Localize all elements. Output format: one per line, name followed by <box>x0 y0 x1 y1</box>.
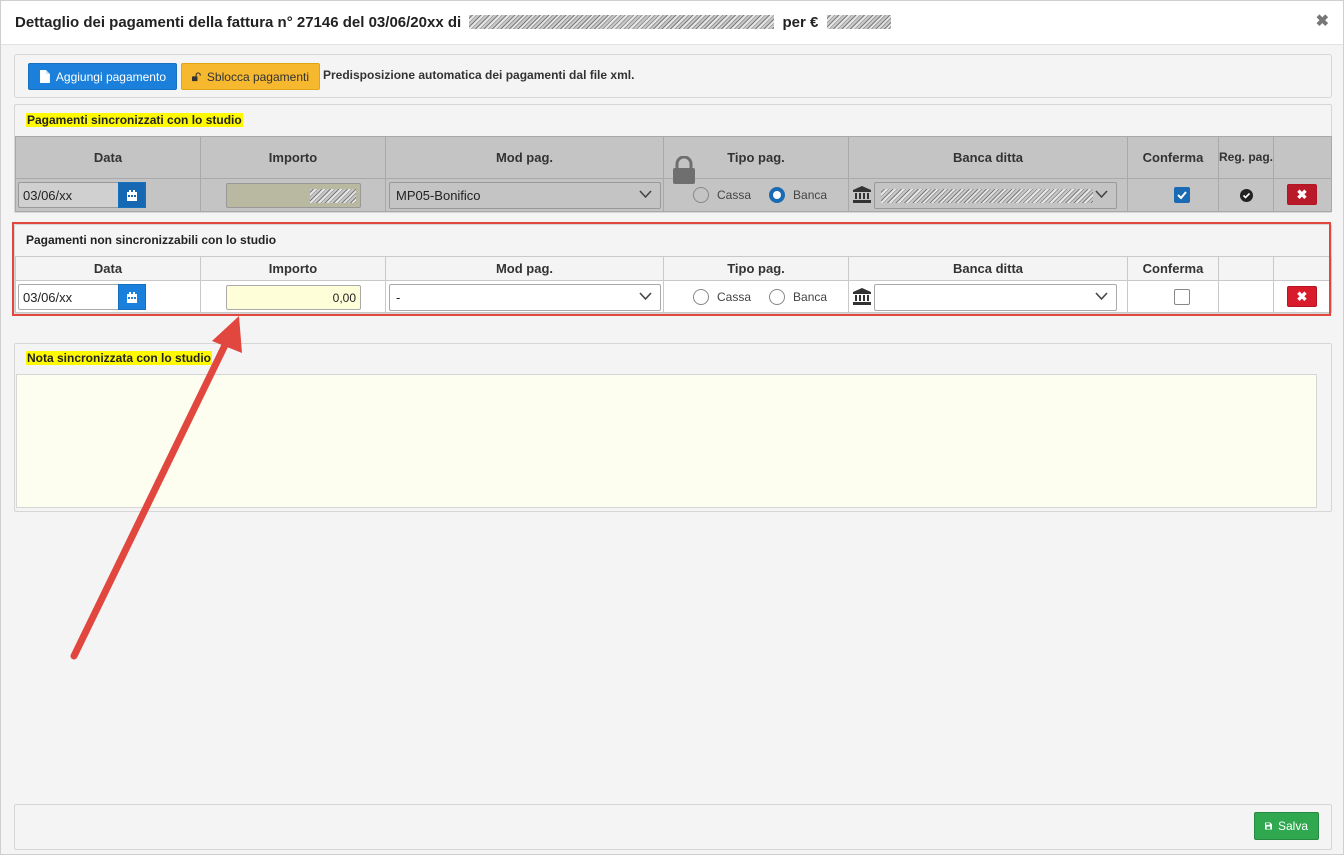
radio-banca[interactable] <box>769 187 786 203</box>
amount-field-locked <box>226 183 361 208</box>
dialog-footer: Salva <box>14 804 1332 850</box>
col-header-conferma: Conferma <box>1127 136 1219 179</box>
note-textarea[interactable] <box>16 374 1317 508</box>
unlock-icon <box>192 71 201 81</box>
col-header-empty <box>1218 256 1274 281</box>
redacted-amount-value <box>310 188 356 203</box>
synced-payments-section: Pagamenti sincronizzati con lo studio Da… <box>14 104 1332 213</box>
chevron-down-icon <box>1095 190 1108 199</box>
bank-icon <box>853 186 871 203</box>
col-header-banca-ditta: Banca ditta <box>848 136 1128 179</box>
calendar-icon <box>127 189 137 201</box>
dialog-title-amount-label: per € <box>782 14 819 31</box>
table-header-row: Data Importo Mod pag. Tipo pag. Banca di… <box>15 136 1332 184</box>
synced-payments-table: Data Importo Mod pag. Tipo pag. Banca di… <box>15 136 1332 212</box>
col-header-data: Data <box>15 136 201 179</box>
close-icon[interactable]: ✖ <box>1316 12 1329 32</box>
calendar-button[interactable] <box>118 182 146 208</box>
calendar-icon <box>127 291 137 303</box>
payments-dialog: Dettaglio dei pagamenti della fattura n°… <box>0 0 1344 855</box>
col-header-tipo-pag: Tipo pag. <box>663 256 849 281</box>
col-header-mod-pag: Mod pag. <box>385 256 664 281</box>
payment-method-select[interactable]: - <box>389 284 661 311</box>
auto-setup-info: Predisposizione automatica dei pagamenti… <box>323 68 635 82</box>
non-synced-section-title: Pagamenti non sincronizzabili con lo stu… <box>26 233 277 247</box>
chevron-down-icon <box>1095 292 1108 301</box>
date-field[interactable]: 03/06/xx <box>18 284 146 310</box>
confirm-checkbox[interactable] <box>1174 187 1190 203</box>
col-header-tipo-pag: Tipo pag. <box>663 136 849 184</box>
payment-type-radio-group: Cassa Banca <box>693 289 837 305</box>
delete-row-button[interactable]: ✖ <box>1287 184 1317 205</box>
payment-type-radio-group: Cassa Banca <box>693 187 837 203</box>
non-synced-payments-table: Data Importo Mod pag. Tipo pag. Banca di… <box>15 256 1332 313</box>
redacted-bank <box>881 188 1093 203</box>
chevron-down-icon <box>639 292 652 301</box>
synced-section-title: Pagamenti sincronizzati con lo studio <box>26 113 243 127</box>
col-header-conferma: Conferma <box>1127 256 1219 281</box>
bank-select[interactable] <box>874 182 1117 209</box>
redacted-supplier <box>469 15 775 29</box>
note-section-title: Nota sincronizzata con lo studio <box>26 351 213 365</box>
calendar-button[interactable] <box>118 284 146 310</box>
dialog-title: Dettaglio dei pagamenti della fattura n°… <box>15 14 895 31</box>
col-header-reg-pag: Reg. pag. <box>1218 136 1274 179</box>
col-header-mod-pag: Mod pag. <box>385 136 664 179</box>
toolbar: Aggiungi pagamento Sblocca pagamenti Pre… <box>14 54 1332 98</box>
col-header-actions <box>1273 256 1332 281</box>
check-icon <box>1177 191 1187 200</box>
delete-row-button[interactable]: ✖ <box>1287 286 1317 307</box>
radio-cassa[interactable] <box>693 289 709 305</box>
col-header-importo: Importo <box>200 136 386 179</box>
payment-method-select[interactable]: MP05-Bonifico <box>389 182 661 209</box>
note-section: Nota sincronizzata con lo studio <box>14 343 1332 512</box>
confirm-checkbox[interactable] <box>1174 289 1190 305</box>
col-header-actions <box>1273 136 1332 179</box>
date-field[interactable]: 03/06/xx <box>18 182 146 208</box>
save-label: Salva <box>1277 819 1308 833</box>
table-row: 03/06/xx 0,00 - Cassa Banca ✖ <box>15 280 1332 313</box>
add-payment-button[interactable]: Aggiungi pagamento <box>28 63 177 90</box>
col-header-importo: Importo <box>200 256 386 281</box>
bank-icon <box>853 288 871 305</box>
dialog-title-text: Dettaglio dei pagamenti della fattura n°… <box>15 14 462 31</box>
unlock-payments-button[interactable]: Sblocca pagamenti <box>181 63 320 90</box>
close-icon: ✖ <box>1296 288 1308 304</box>
save-icon <box>1265 822 1272 830</box>
add-payment-label: Aggiungi pagamento <box>55 69 166 84</box>
radio-cassa[interactable] <box>693 187 709 203</box>
close-icon: ✖ <box>1296 186 1308 202</box>
dialog-header: Dettaglio dei pagamenti della fattura n°… <box>1 1 1343 45</box>
col-header-banca-ditta: Banca ditta <box>848 256 1128 281</box>
chevron-down-icon <box>639 190 652 199</box>
file-icon <box>39 70 50 83</box>
table-row: 03/06/xx MP05-Bonifico Cassa Banca ✖ <box>15 178 1332 212</box>
registered-check-icon <box>1240 189 1253 202</box>
table-header-row: Data Importo Mod pag. Tipo pag. Banca di… <box>15 256 1332 281</box>
non-synced-payments-section: Pagamenti non sincronizzabili con lo stu… <box>14 224 1332 314</box>
save-button[interactable]: Salva <box>1254 812 1319 840</box>
redacted-amount <box>826 15 891 29</box>
col-header-data: Data <box>15 256 201 281</box>
bank-select[interactable] <box>874 284 1117 311</box>
empty-cell <box>1219 281 1273 312</box>
radio-banca[interactable] <box>769 289 786 305</box>
unlock-payments-label: Sblocca pagamenti <box>206 69 309 84</box>
amount-input[interactable]: 0,00 <box>226 285 361 310</box>
